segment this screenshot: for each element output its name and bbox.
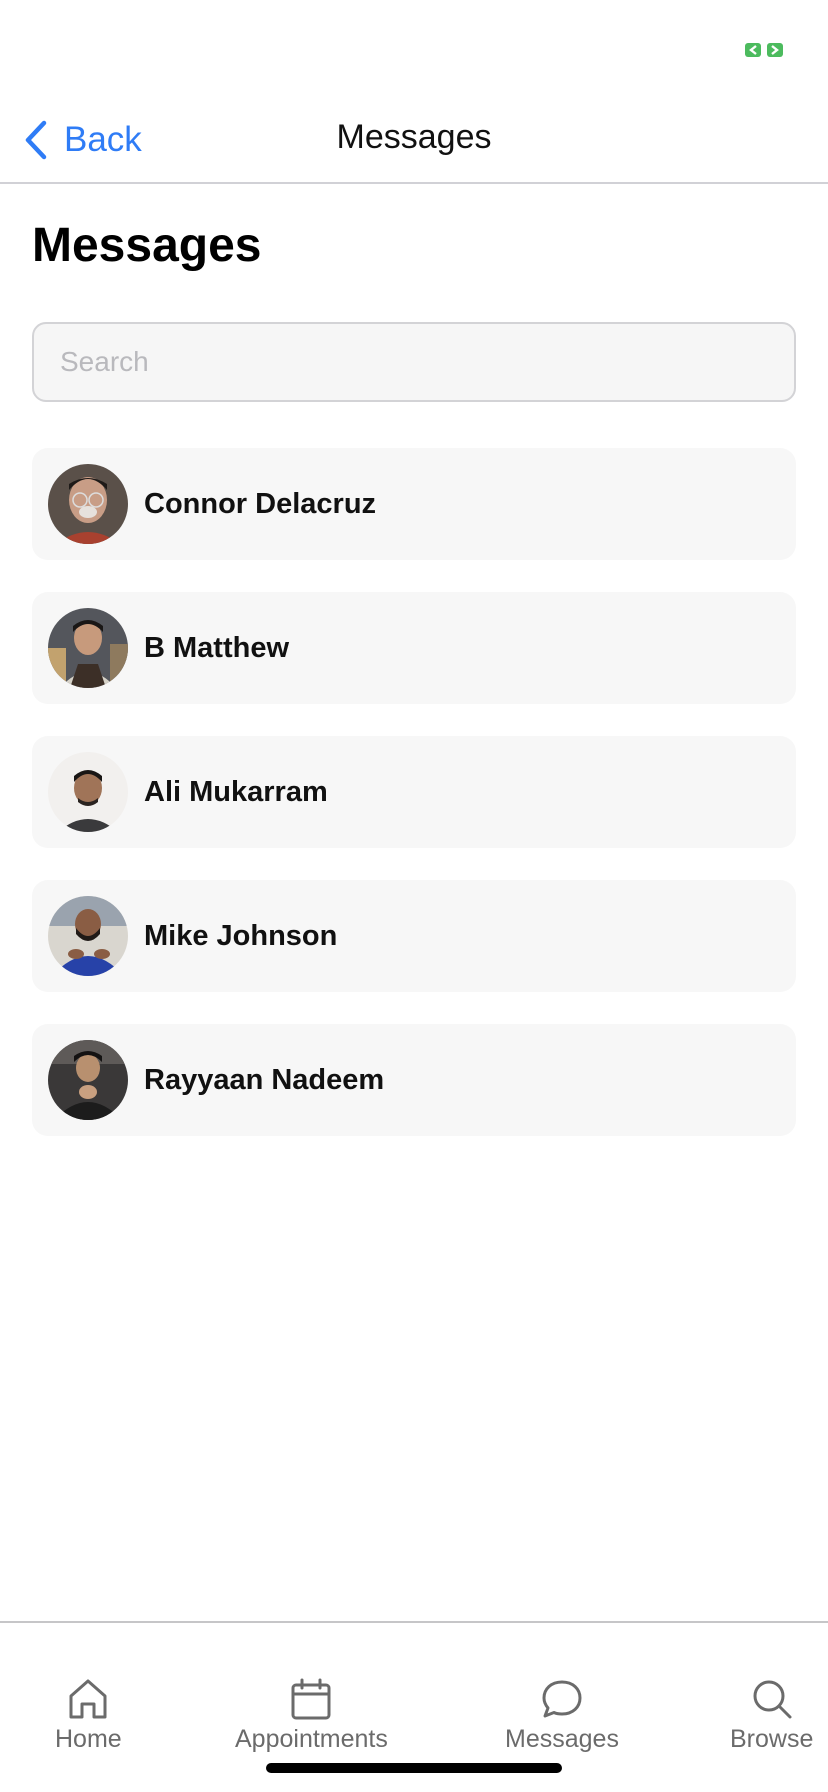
tab-messages[interactable]: Messages [505,1677,619,1754]
search-icon [753,1680,792,1719]
contact-name: Mike Johnson [144,919,338,952]
page-title: Messages [32,219,262,272]
navigation-bar: Back Messages [0,96,828,184]
tab-appointments[interactable]: Appointments [235,1677,388,1754]
contact-list: Connor Delacruz B Matthew Ali Mukarram M… [32,448,796,1168]
contact-item-rayyaan-nadeem[interactable]: Rayyaan Nadeem [32,1024,796,1136]
search-box [32,322,796,402]
avatar [48,464,128,544]
tab-home[interactable]: Home [55,1677,122,1754]
home-indicator [266,1763,562,1773]
contact-name: B Matthew [144,631,289,664]
avatar [48,752,128,832]
contact-item-connor-delacruz[interactable]: Connor Delacruz [32,448,796,560]
tab-label: Messages [505,1725,619,1753]
avatar [48,896,128,976]
contact-name: Connor Delacruz [144,487,377,520]
tab-browse[interactable]: Browse [730,1677,813,1754]
calendar-icon [291,1678,331,1720]
screen-record-indicator-icon [745,43,783,57]
home-icon [69,1679,107,1719]
nav-title: Messages [336,118,492,156]
contact-name: Rayyaan Nadeem [144,1063,385,1096]
contact-item-ali-mukarram[interactable]: Ali Mukarram [32,736,796,848]
avatar [48,608,128,688]
tab-label: Appointments [235,1725,388,1753]
message-icon [542,1680,582,1718]
contact-item-b-matthew[interactable]: B Matthew [32,592,796,704]
status-bar [0,0,828,96]
search-input[interactable] [34,324,794,400]
avatar [48,1040,128,1120]
contact-item-mike-johnson[interactable]: Mike Johnson [32,880,796,992]
tab-label: Browse [730,1725,814,1753]
contact-name: Ali Mukarram [144,775,328,808]
tab-label: Home [55,1725,122,1753]
